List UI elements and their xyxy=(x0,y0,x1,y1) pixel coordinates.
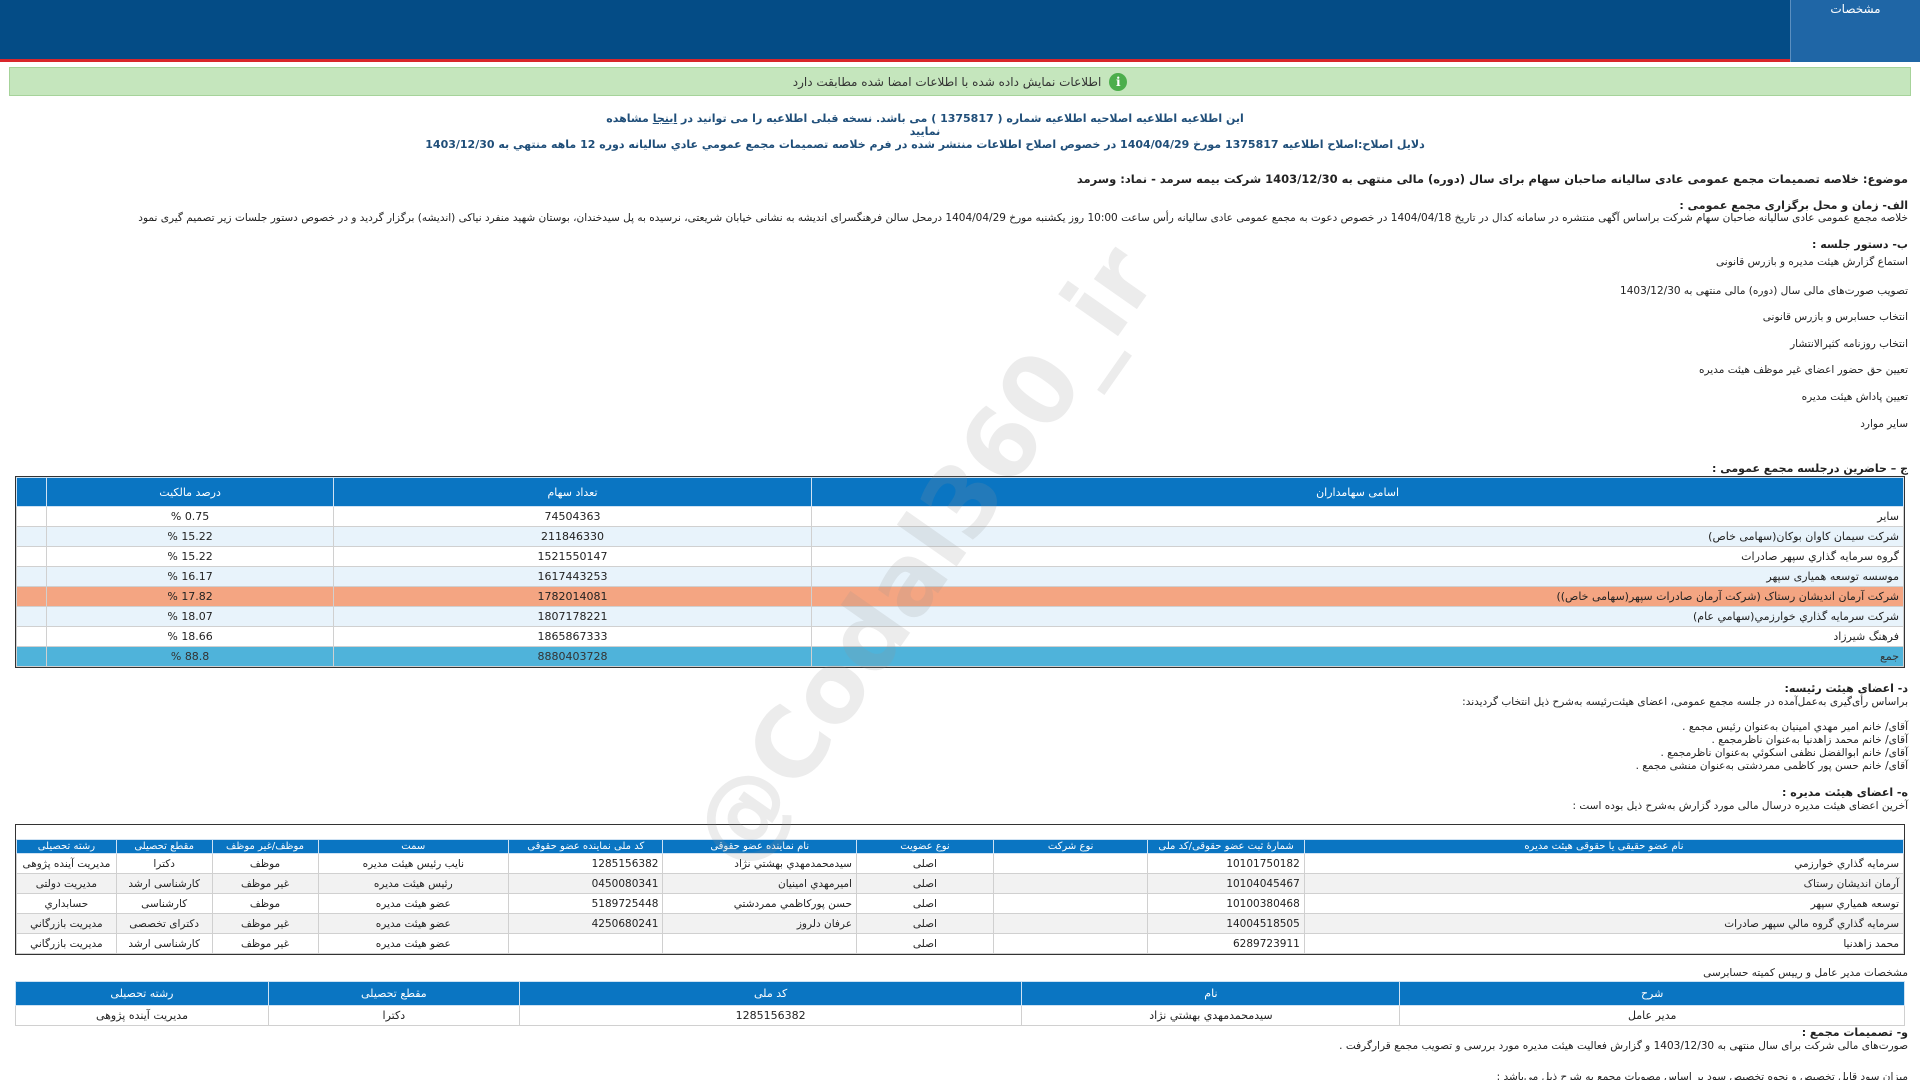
signature-verified-banner: i اطلاعات نمایش داده شده با اطلاعات امضا… xyxy=(9,67,1911,96)
column-header: مقطع تحصیلی xyxy=(115,839,213,854)
column-header: کد ملی xyxy=(518,981,1023,1006)
info-icon: i xyxy=(1109,72,1128,91)
agenda-item: تصویب صورت‌های مالی سال (دوره) مالی منته… xyxy=(1620,285,1908,297)
column-header: نام نماینده عضو حقوقی xyxy=(662,839,857,854)
table-row: فرهنگ شیرزاد 1865867333 18.66 % xyxy=(15,626,1904,647)
table-row-highlighted: شرکت آرمان اندیشان رستاک (شرکت آرمان صاد… xyxy=(15,586,1904,607)
presidium-member: آقای/ خانم امیر مهدي امینیان به‌عنوان رئ… xyxy=(1682,721,1908,733)
agenda-item: استماع گزارش هیئت مدیره و بازرس قانونی xyxy=(1716,256,1908,268)
shareholders-table: اسامی سهامداران تعداد سهام درصد مالکیت س… xyxy=(15,476,1905,668)
section-c-heading: ج – حاضرین درجلسه مجمع عمومی : xyxy=(1712,462,1908,475)
column-header: شمارۀ ثبت عضو حقوقی/کد ملی xyxy=(1147,839,1305,854)
section-b-heading: ب- دستور جلسه : xyxy=(1812,238,1908,251)
column-header: نام xyxy=(1021,981,1401,1006)
verify-message: اطلاعات نمایش داده شده با اطلاعات امضا ش… xyxy=(792,74,1102,89)
previous-version-link[interactable]: اینجا xyxy=(653,112,677,125)
amendment-reason: دلایل اصلاح:اصلاح اطلاعیه 1375817 مورخ 1… xyxy=(425,138,1425,151)
table-row: شرکت سرمايه گذاري خوارزمي(سهامي عام) 180… xyxy=(15,606,1904,627)
section-a-body: خلاصه مجمع عمومی عادی سالیانه صاحبان سها… xyxy=(138,212,1908,224)
column-header: نوع شرکت xyxy=(992,839,1149,854)
column-header: اسامی سهامداران xyxy=(811,477,1904,507)
section-e-intro: آخرین اعضای هیئت مدیره درسال مالی مورد گ… xyxy=(1572,800,1908,812)
column-header: سمت xyxy=(317,839,510,854)
table-row: سایر 74504363 0.75 % xyxy=(15,506,1904,527)
tab-details[interactable]: مشخصات xyxy=(1790,0,1920,62)
table-row: توسعه همياري سپهر 10100380468 اصلی حسن پ… xyxy=(16,893,1905,914)
amendment-notice: این اطلاعیه اطلاعیه اصلاحیه اطلاعیه شمار… xyxy=(600,112,1250,138)
section-e-heading: ه- اعضای هیئت مدیره : xyxy=(1782,786,1908,799)
column-header: تعداد سهام xyxy=(332,477,813,507)
table-row: موسسه توسعه همیاری سپهر 1617443253 16.17… xyxy=(15,566,1904,587)
column-header: کد ملی نماینده عضو حقوقی xyxy=(508,839,664,854)
board-members-table: نام عضو حقیقی یا حقوقی هیئت مدیره شمارۀ … xyxy=(15,824,1905,955)
agenda-item: سایر موارد xyxy=(1860,418,1908,430)
section-f-line: صورت‌های مالی شرکت برای سال منتهی به 140… xyxy=(1339,1040,1908,1052)
table-total-row: جمع 8880403728 88.8 % xyxy=(15,646,1904,667)
table-row: محمد زاهدنيا 6289723911 اصلی عضو هیئت مد… xyxy=(16,933,1905,954)
ceo-table: شرح نام کد ملی مقطع تحصیلی رشته تحصیلی م… xyxy=(15,981,1905,1026)
column-header: رشته تحصیلی xyxy=(16,839,117,854)
section-d-intro: براساس رأی‌گیری به‌عمل‌آمده در جلسه مجمع… xyxy=(1462,696,1908,708)
table-row: سرمايه گذاري خوارزمي 10101750182 اصلی سي… xyxy=(16,853,1905,874)
presidium-member: آقای/ خانم حسن پور کاظمی ممردشتی به‌عنوا… xyxy=(1635,760,1908,772)
section-f-heading: و- تصمیمات مجمع : xyxy=(1801,1026,1908,1039)
column-header: مقطع تحصیلی xyxy=(267,981,520,1006)
agenda-item: انتخاب حسابرس و بازرس قانونی xyxy=(1762,311,1908,323)
agenda-item: تعیین پاداش هیئت مدیره xyxy=(1801,391,1908,403)
column-header: شرح xyxy=(1399,981,1905,1006)
table-row: آرمان انديشان رستاک 10104045467 اصلی امي… xyxy=(16,873,1905,894)
agenda-item: تعیین حق حضور اعضای غیر موظف هیئت مدیره xyxy=(1699,364,1908,376)
table-row: گروه سرمايه گذاري سپهر صادرات 1521550147… xyxy=(15,546,1904,567)
column-header: نوع عضویت xyxy=(855,839,994,854)
column-header: رشته تحصیلی xyxy=(15,981,269,1006)
table-row: مدیر عامل سيدمحمدمهدي بهشتي نژاد 1285156… xyxy=(15,1005,1905,1026)
table-row: سرمايه گذاري گروه مالي سپهر صادرات 14004… xyxy=(16,913,1905,934)
amendment-text: این اطلاعیه اطلاعیه اصلاحیه اطلاعیه شمار… xyxy=(681,112,1244,125)
top-header: مشخصات xyxy=(0,0,1920,62)
page-subject: موضوع: خلاصه تصمیمات مجمع عمومی عادی سال… xyxy=(1076,172,1908,186)
ceo-section-heading: مشخصات مدیر عامل و رییس کمیته حسابرسی xyxy=(1703,967,1908,979)
presidium-member: آقای/ خانم ابوالفضل نظفی اسکوئي به‌عنوان… xyxy=(1660,747,1908,759)
section-a-heading: الف- زمان و محل برگزاری مجمع عمومی : xyxy=(1679,199,1908,212)
section-d-heading: د- اعضای هیئت رئیسه: xyxy=(1784,682,1908,695)
column-header: نام عضو حقیقی یا حقوقی هیئت مدیره xyxy=(1303,839,1905,854)
column-header: درصد مالکیت xyxy=(46,477,334,507)
presidium-member: آقای/ خانم محمد زاهدنیا به‌عنوان ناظرمجم… xyxy=(1711,734,1908,746)
agenda-item: انتخاب روزنامه کثیرالانتشار xyxy=(1790,338,1908,350)
section-f-line: میزان سود قابل تخصیص و نحوه تخصیص سود بر… xyxy=(1496,1071,1908,1080)
column-header: موظف/غیر موظف xyxy=(211,839,319,854)
table-row: شرکت سیمان کاوان بوکان(سهامی خاص) 211846… xyxy=(15,526,1904,547)
